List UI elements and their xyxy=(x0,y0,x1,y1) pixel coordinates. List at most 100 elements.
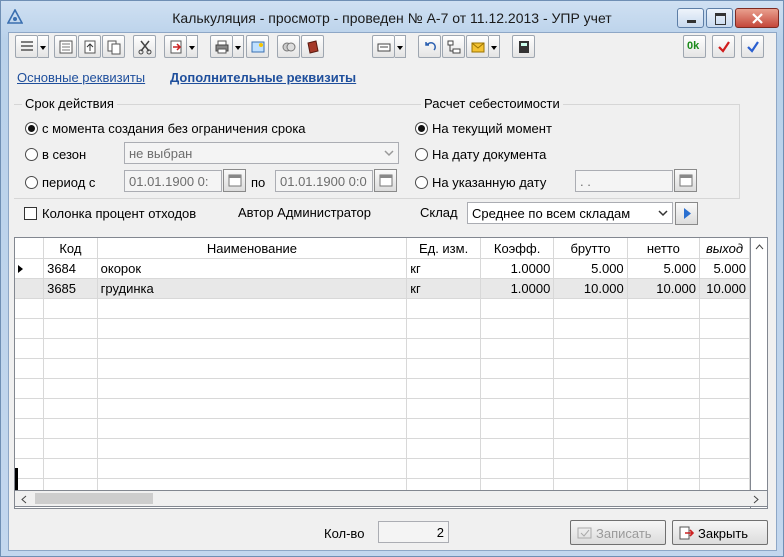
warehouse-open-button[interactable] xyxy=(675,202,698,225)
cost-current-radio[interactable] xyxy=(415,122,428,135)
scroll-thumb[interactable] xyxy=(35,493,153,504)
mail-dropdown[interactable] xyxy=(489,35,500,58)
undo-button[interactable] xyxy=(418,35,441,58)
unlimited-radio[interactable] xyxy=(25,122,38,135)
cell-coef[interactable]: 1.0000 xyxy=(480,258,555,279)
warehouse-select[interactable]: Среднее по всем складам xyxy=(467,202,673,224)
cell-code[interactable]: 3685 xyxy=(43,278,98,299)
actions-dropdown[interactable] xyxy=(38,35,49,58)
close-window-button[interactable] xyxy=(735,8,779,28)
cell-net[interactable]: 5.000 xyxy=(627,258,701,279)
column-header-gross[interactable]: брутто xyxy=(553,238,628,259)
table-row[interactable]: 3685 грудинка кг 1.0000 10.000 10.000 10… xyxy=(15,278,750,299)
tab-additional-details[interactable]: Дополнительные реквизиты xyxy=(170,70,356,85)
empty-cell xyxy=(699,338,750,359)
barcode-button[interactable] xyxy=(372,35,395,58)
cell-name[interactable]: окорок xyxy=(97,258,408,279)
current-row-icon xyxy=(18,265,23,273)
cell-output[interactable]: 5.000 xyxy=(699,258,750,279)
actions-button[interactable] xyxy=(15,35,38,58)
empty-cell xyxy=(15,298,45,319)
empty-cell xyxy=(406,458,481,479)
empty-cell xyxy=(627,358,701,379)
cost-doc-date-radio[interactable] xyxy=(415,148,428,161)
empty-cell xyxy=(480,318,555,339)
chevron-down-icon xyxy=(658,210,668,217)
hierarchy-button[interactable] xyxy=(442,35,465,58)
left-marker-bar xyxy=(15,468,18,490)
cell-net[interactable]: 10.000 xyxy=(627,278,701,299)
minimize-button[interactable] xyxy=(677,8,704,28)
input-on-basis-dropdown[interactable] xyxy=(187,35,198,58)
empty-cell xyxy=(480,358,555,379)
season-radio[interactable] xyxy=(25,148,38,161)
row-marker xyxy=(15,278,45,299)
print-dropdown[interactable] xyxy=(233,35,244,58)
post-button[interactable] xyxy=(712,35,735,58)
cost-given-date-radio[interactable] xyxy=(415,176,428,189)
table-row[interactable]: 3684 окорок кг 1.0000 5.000 5.000 5.000 xyxy=(15,258,750,279)
barcode-dropdown[interactable] xyxy=(395,35,406,58)
tab-main-details[interactable]: Основные реквизиты xyxy=(17,70,145,85)
cost-date-calendar-button[interactable] xyxy=(674,169,697,192)
picture-button[interactable] xyxy=(246,35,269,58)
close-button[interactable]: Закрыть xyxy=(672,520,768,545)
calculator-button[interactable] xyxy=(512,35,535,58)
print-button[interactable] xyxy=(210,35,233,58)
period-from-calendar-button[interactable] xyxy=(223,169,246,192)
cell-gross[interactable]: 10.000 xyxy=(553,278,628,299)
cell-unit[interactable]: кг xyxy=(406,258,481,279)
column-header-code[interactable]: Код xyxy=(43,238,98,259)
mail-button[interactable] xyxy=(466,35,489,58)
empty-cell xyxy=(553,378,628,399)
column-header-unit[interactable]: Ед. изм. xyxy=(406,238,481,259)
empty-cell xyxy=(406,338,481,359)
horizontal-scrollbar[interactable] xyxy=(14,490,768,507)
column-header-coef[interactable]: Коэфф. xyxy=(480,238,555,259)
structure-button[interactable] xyxy=(277,35,300,58)
empty-cell xyxy=(97,458,408,479)
unpost-button[interactable] xyxy=(741,35,764,58)
input-on-basis-button[interactable] xyxy=(164,35,187,58)
season-select[interactable]: не выбран xyxy=(124,142,399,164)
empty-cell xyxy=(699,298,750,319)
document-arrow-icon xyxy=(170,40,182,54)
waste-column-checkbox[interactable] xyxy=(24,207,37,220)
delete-button[interactable] xyxy=(133,35,156,58)
cell-unit[interactable]: кг xyxy=(406,278,481,299)
items-table[interactable]: Код Наименование Ед. изм. Коэфф. брутто … xyxy=(14,237,751,509)
cell-output[interactable]: 10.000 xyxy=(699,278,750,299)
cell-code[interactable]: 3684 xyxy=(43,258,98,279)
column-header-name[interactable]: Наименование xyxy=(97,238,408,259)
calendar-icon xyxy=(228,174,242,187)
empty-cell xyxy=(15,318,45,339)
period-to-field[interactable]: 01.01.1900 0:0 xyxy=(275,170,373,192)
ok-button[interactable]: 0k xyxy=(683,35,706,58)
vertical-scrollbar[interactable] xyxy=(751,237,768,509)
column-header-net[interactable]: нетто xyxy=(627,238,701,259)
cell-coef[interactable]: 1.0000 xyxy=(480,278,555,299)
cell-gross[interactable]: 5.000 xyxy=(553,258,628,279)
empty-cell xyxy=(699,438,750,459)
save-button[interactable]: Записать xyxy=(570,520,666,545)
empty-table-row xyxy=(15,398,750,419)
maximize-button[interactable] xyxy=(706,8,733,28)
copy-button[interactable] xyxy=(102,35,125,58)
period-to-calendar-button[interactable] xyxy=(374,169,397,192)
count-value: 2 xyxy=(378,521,449,543)
empty-cell xyxy=(406,418,481,439)
period-radio[interactable] xyxy=(25,176,38,189)
empty-cell xyxy=(480,438,555,459)
empty-cell xyxy=(699,398,750,419)
cell-name[interactable]: грудинка xyxy=(97,278,408,299)
journal-button[interactable] xyxy=(301,35,324,58)
menu-list-icon xyxy=(21,41,33,51)
period-from-field[interactable]: 01.01.1900 0: xyxy=(124,170,222,192)
cost-date-field[interactable]: . . xyxy=(575,170,673,192)
close-icon xyxy=(752,13,763,24)
empty-cell xyxy=(43,298,98,319)
view-button[interactable] xyxy=(54,35,77,58)
empty-table-row xyxy=(15,438,750,459)
column-header-output[interactable]: выход xyxy=(699,238,750,259)
up-level-button[interactable] xyxy=(78,35,101,58)
